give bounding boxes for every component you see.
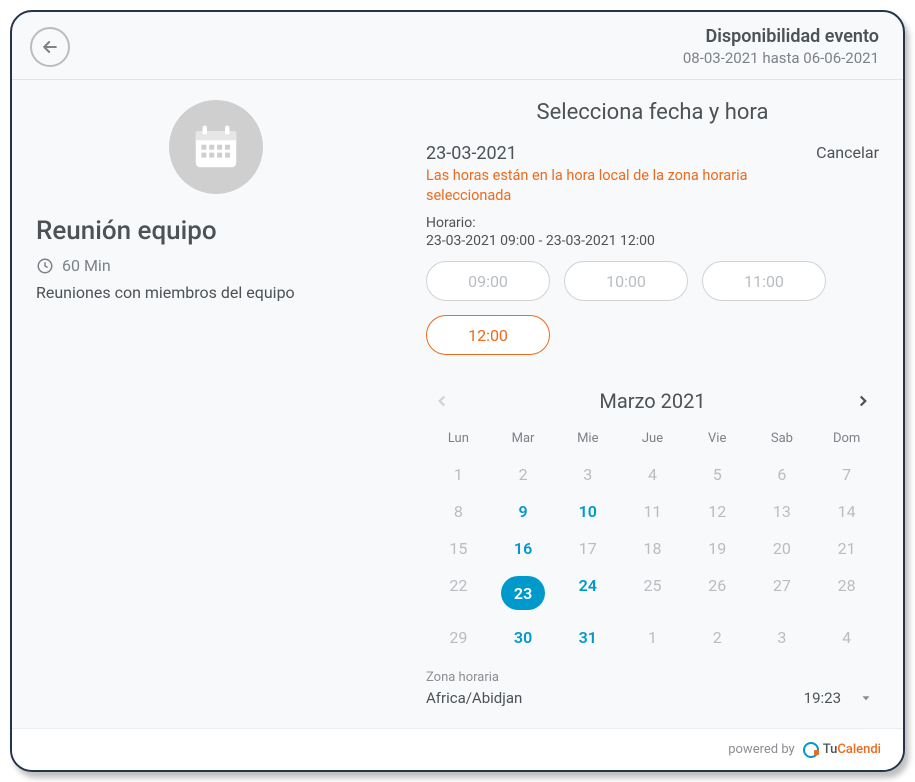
calendar-day: 27 (750, 567, 815, 619)
calendar-row: 15161718192021 (426, 530, 879, 567)
clock-icon (36, 257, 54, 275)
month-label: Marzo 2021 (599, 389, 705, 413)
calendar-day: 21 (814, 530, 879, 567)
calendar-day[interactable]: 31 (555, 619, 620, 656)
calendar-day: 22 (426, 567, 491, 619)
calendar-day: 19 (685, 530, 750, 567)
calendar-day[interactable]: 23 (491, 567, 556, 619)
calendar-row: 1234567 (426, 456, 879, 493)
powered-by-label: powered by (728, 742, 795, 757)
prev-month-button[interactable] (428, 387, 456, 415)
timezone-time: 19:23 (804, 689, 841, 707)
calendar-row: 22232425262728 (426, 567, 879, 619)
footer: powered by TuCalendi (12, 728, 903, 770)
calendar-day[interactable]: 9 (491, 493, 556, 530)
back-button[interactable] (30, 27, 70, 67)
calendar-day: 2 (685, 619, 750, 656)
time-slot: 11:00 (702, 261, 826, 301)
calendar-day: 17 (555, 530, 620, 567)
time-slot: 10:00 (564, 261, 688, 301)
scheduler-panel: Selecciona fecha y hora 23-03-2021 Las h… (426, 100, 879, 718)
calendar-day: 15 (426, 530, 491, 567)
calendar-weekday-row: LunMarMieJueVieSabDom (426, 425, 879, 456)
calendar-day[interactable]: 16 (491, 530, 556, 567)
brand-icon (803, 742, 819, 758)
calendar-day: 12 (685, 493, 750, 530)
weekday-label: Vie (685, 425, 750, 456)
calendar-day: 1 (426, 456, 491, 493)
weekday-label: Dom (814, 425, 879, 456)
schedule-range: 23-03-2021 09:00 - 23-03-2021 12:00 (426, 233, 879, 249)
header-date-range: 08-03-2021 hasta 06-06-2021 (683, 49, 879, 67)
header: Disponibilidad evento 08-03-2021 hasta 0… (12, 12, 903, 80)
calendar-day: 3 (750, 619, 815, 656)
calendar: LunMarMieJueVieSabDom 123456789101112131… (426, 425, 879, 656)
event-name: Reunión equipo (36, 216, 217, 246)
event-avatar (169, 100, 263, 194)
timezone-note: Las horas están en la hora local de la z… (426, 166, 816, 205)
timezone-value: Africa/Abidjan (426, 689, 522, 707)
calendar-day: 14 (814, 493, 879, 530)
calendar-day: 8 (426, 493, 491, 530)
calendar-day: 13 (750, 493, 815, 530)
time-slots: 09:00 10:00 11:00 12:00 (426, 261, 879, 355)
caret-down-icon (859, 691, 873, 705)
calendar-day: 4 (814, 619, 879, 656)
header-title: Disponibilidad evento (683, 26, 879, 47)
brand-cal: Calendi (837, 742, 881, 757)
chevron-left-icon (433, 392, 451, 410)
calendar-day: 29 (426, 619, 491, 656)
brand-link[interactable]: TuCalendi (803, 742, 881, 758)
event-description: Reuniones con miembros del equipo (36, 283, 295, 302)
weekday-label: Mar (491, 425, 556, 456)
arrow-left-icon (40, 37, 60, 57)
calendar-day[interactable]: 24 (555, 567, 620, 619)
calendar-day[interactable]: 30 (491, 619, 556, 656)
time-slot[interactable]: 12:00 (426, 315, 550, 355)
calendar-icon (189, 120, 243, 174)
timezone-label: Zona horaria (426, 670, 879, 685)
calendar-body: 1234567891011121314151617181920212223242… (426, 456, 879, 656)
weekday-label: Sab (750, 425, 815, 456)
calendar-day: 25 (620, 567, 685, 619)
weekday-label: Mie (555, 425, 620, 456)
calendar-day: 5 (685, 456, 750, 493)
time-slot: 09:00 (426, 261, 550, 301)
calendar-row: 2930311234 (426, 619, 879, 656)
chevron-right-icon (854, 392, 872, 410)
calendar-row: 891011121314 (426, 493, 879, 530)
calendar-day: 4 (620, 456, 685, 493)
next-month-button[interactable] (849, 387, 877, 415)
brand-tu: Tu (823, 742, 838, 757)
weekday-label: Lun (426, 425, 491, 456)
event-info-panel: Reunión equipo 60 Min Reuniones con miem… (36, 100, 396, 718)
calendar-day: 20 (750, 530, 815, 567)
selected-date: 23-03-2021 (426, 143, 816, 164)
schedule-label: Horario: (426, 215, 879, 231)
calendar-day: 18 (620, 530, 685, 567)
calendar-day: 11 (620, 493, 685, 530)
timezone-selector[interactable]: Africa/Abidjan 19:23 (426, 689, 879, 707)
cancel-button[interactable]: Cancelar (816, 143, 879, 162)
booking-widget: Disponibilidad evento 08-03-2021 hasta 0… (10, 10, 905, 772)
calendar-day: 28 (814, 567, 879, 619)
scheduler-title: Selecciona fecha y hora (426, 100, 879, 125)
calendar-day: 7 (814, 456, 879, 493)
weekday-label: Jue (620, 425, 685, 456)
calendar-day: 1 (620, 619, 685, 656)
event-duration: 60 Min (62, 256, 111, 275)
calendar-day: 2 (491, 456, 556, 493)
calendar-day: 26 (685, 567, 750, 619)
calendar-day[interactable]: 10 (555, 493, 620, 530)
calendar-day: 6 (750, 456, 815, 493)
calendar-day: 3 (555, 456, 620, 493)
